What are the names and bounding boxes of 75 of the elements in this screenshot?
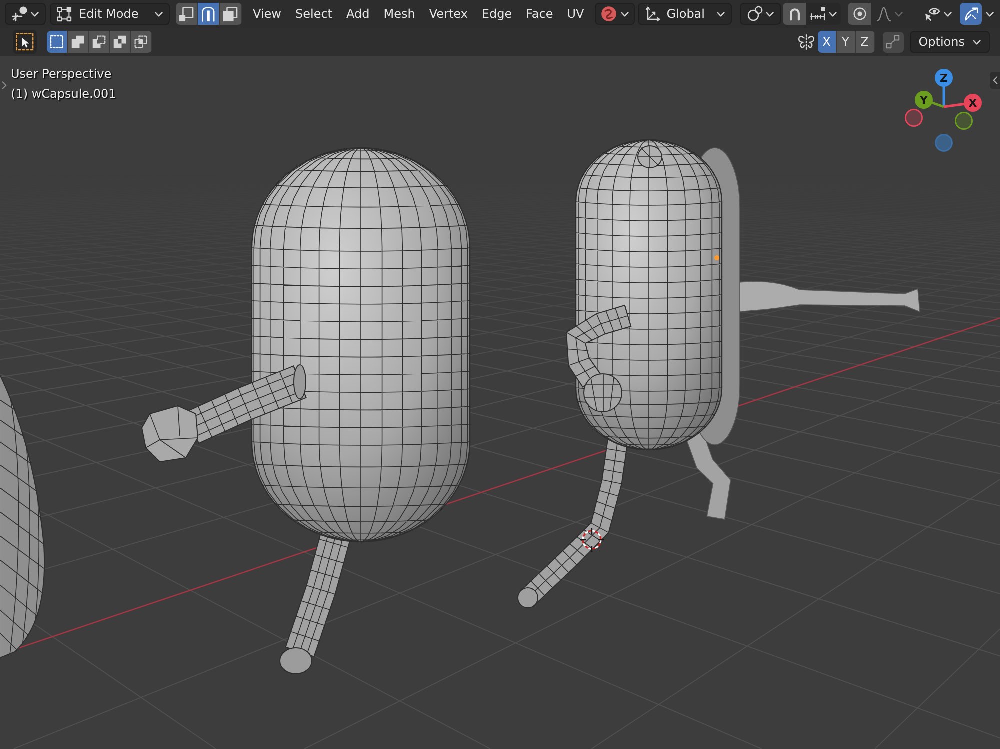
caret-icon	[944, 12, 952, 16]
sphere-dropdown[interactable]	[595, 3, 636, 25]
edit-mode-icon	[57, 6, 72, 22]
butterfly-icon	[798, 34, 815, 50]
select-mode-button[interactable]	[176, 3, 198, 25]
axis-ball-button[interactable]: Y	[915, 91, 933, 109]
pivot-dropdown[interactable]	[740, 3, 781, 25]
selection-mode-button[interactable]	[110, 31, 131, 53]
dashed-square-icon	[50, 35, 64, 49]
auto-merge-toggle[interactable]	[882, 32, 904, 52]
selection-mode-button[interactable]	[47, 31, 68, 53]
axes-icon	[644, 6, 661, 22]
chevron-right-icon	[2, 80, 6, 90]
editor-type-dropdown[interactable]	[5, 3, 46, 25]
menu-item[interactable]: View	[246, 3, 288, 25]
squares-difference-icon	[113, 35, 127, 49]
chevron-left-icon	[992, 76, 998, 85]
ruler-icon	[810, 7, 826, 21]
mirror-axis-toggle[interactable]: X	[818, 31, 837, 53]
mode-dropdown[interactable]: Edit Mode	[50, 3, 170, 25]
bell-curve-icon	[876, 6, 892, 22]
squares-union-icon	[71, 35, 85, 49]
gizmo-toggle[interactable]	[960, 3, 982, 25]
box-select-icon	[16, 33, 34, 51]
mirror-axis-toggle[interactable]: Y	[836, 31, 856, 53]
caret-icon	[973, 40, 981, 44]
squares-intersect-icon	[134, 35, 148, 49]
face-select-icon	[223, 6, 238, 22]
menu-item[interactable]: Vertex	[422, 3, 475, 25]
options-dropdown[interactable]: Options	[910, 31, 990, 53]
active-tool-button[interactable]	[13, 30, 37, 54]
selection-mode-button[interactable]	[131, 31, 152, 53]
orientation-dropdown[interactable]: Global	[638, 3, 732, 25]
snap-target-dropdown[interactable]	[806, 3, 841, 25]
caret-icon	[621, 12, 630, 16]
caret-icon	[895, 12, 903, 16]
squares-subtract-icon	[92, 35, 106, 49]
axis-ball-button[interactable]: X	[964, 94, 982, 112]
magnet-icon	[788, 7, 802, 21]
curved-arrow-icon	[964, 6, 978, 22]
snap-toggle[interactable]	[783, 3, 806, 25]
caret-icon	[717, 12, 725, 16]
selection-mode-button[interactable]	[68, 31, 89, 53]
sphere-icon	[601, 6, 618, 22]
proportional-editing-toggle[interactable]	[848, 3, 871, 25]
caret-icon	[829, 12, 837, 16]
select-mode-button[interactable]	[220, 3, 242, 25]
axis-ring-icon[interactable]	[955, 112, 973, 130]
caret-icon	[155, 12, 163, 16]
linked-squares-icon	[886, 35, 900, 49]
menu-item[interactable]: UV	[560, 3, 592, 25]
linked-circles-icon	[747, 6, 763, 22]
caret-icon	[986, 12, 994, 16]
edge-select-icon	[201, 6, 216, 22]
axis-ball-button[interactable]: Z	[935, 69, 953, 87]
3d-cursor-icon	[579, 527, 605, 553]
object-name-label: (1) wCapsule.001	[11, 86, 116, 103]
sidebar-toggle-button[interactable]	[990, 72, 1000, 89]
target-circle-icon	[852, 7, 866, 21]
vertex-dot-icon	[714, 256, 720, 260]
view-name-label: User Perspective	[11, 66, 113, 83]
menu-item[interactable]: Mesh	[376, 3, 422, 25]
select-mode-button[interactable]	[198, 3, 220, 25]
menu-item[interactable]: Select	[288, 3, 340, 25]
viewport-icon	[12, 6, 28, 22]
caret-icon	[766, 12, 774, 16]
eye-cursor-icon	[924, 6, 941, 22]
caret-icon	[31, 12, 39, 16]
selection-mode-button[interactable]	[89, 31, 110, 53]
axis-ring-icon[interactable]	[905, 109, 923, 127]
menu-item[interactable]: Add	[340, 3, 377, 25]
vertex-select-icon	[179, 6, 194, 22]
mirror-axis-toggle[interactable]: Z	[856, 31, 875, 53]
menu-item[interactable]: Face	[519, 3, 560, 25]
menu-item[interactable]: Edge	[474, 3, 520, 25]
